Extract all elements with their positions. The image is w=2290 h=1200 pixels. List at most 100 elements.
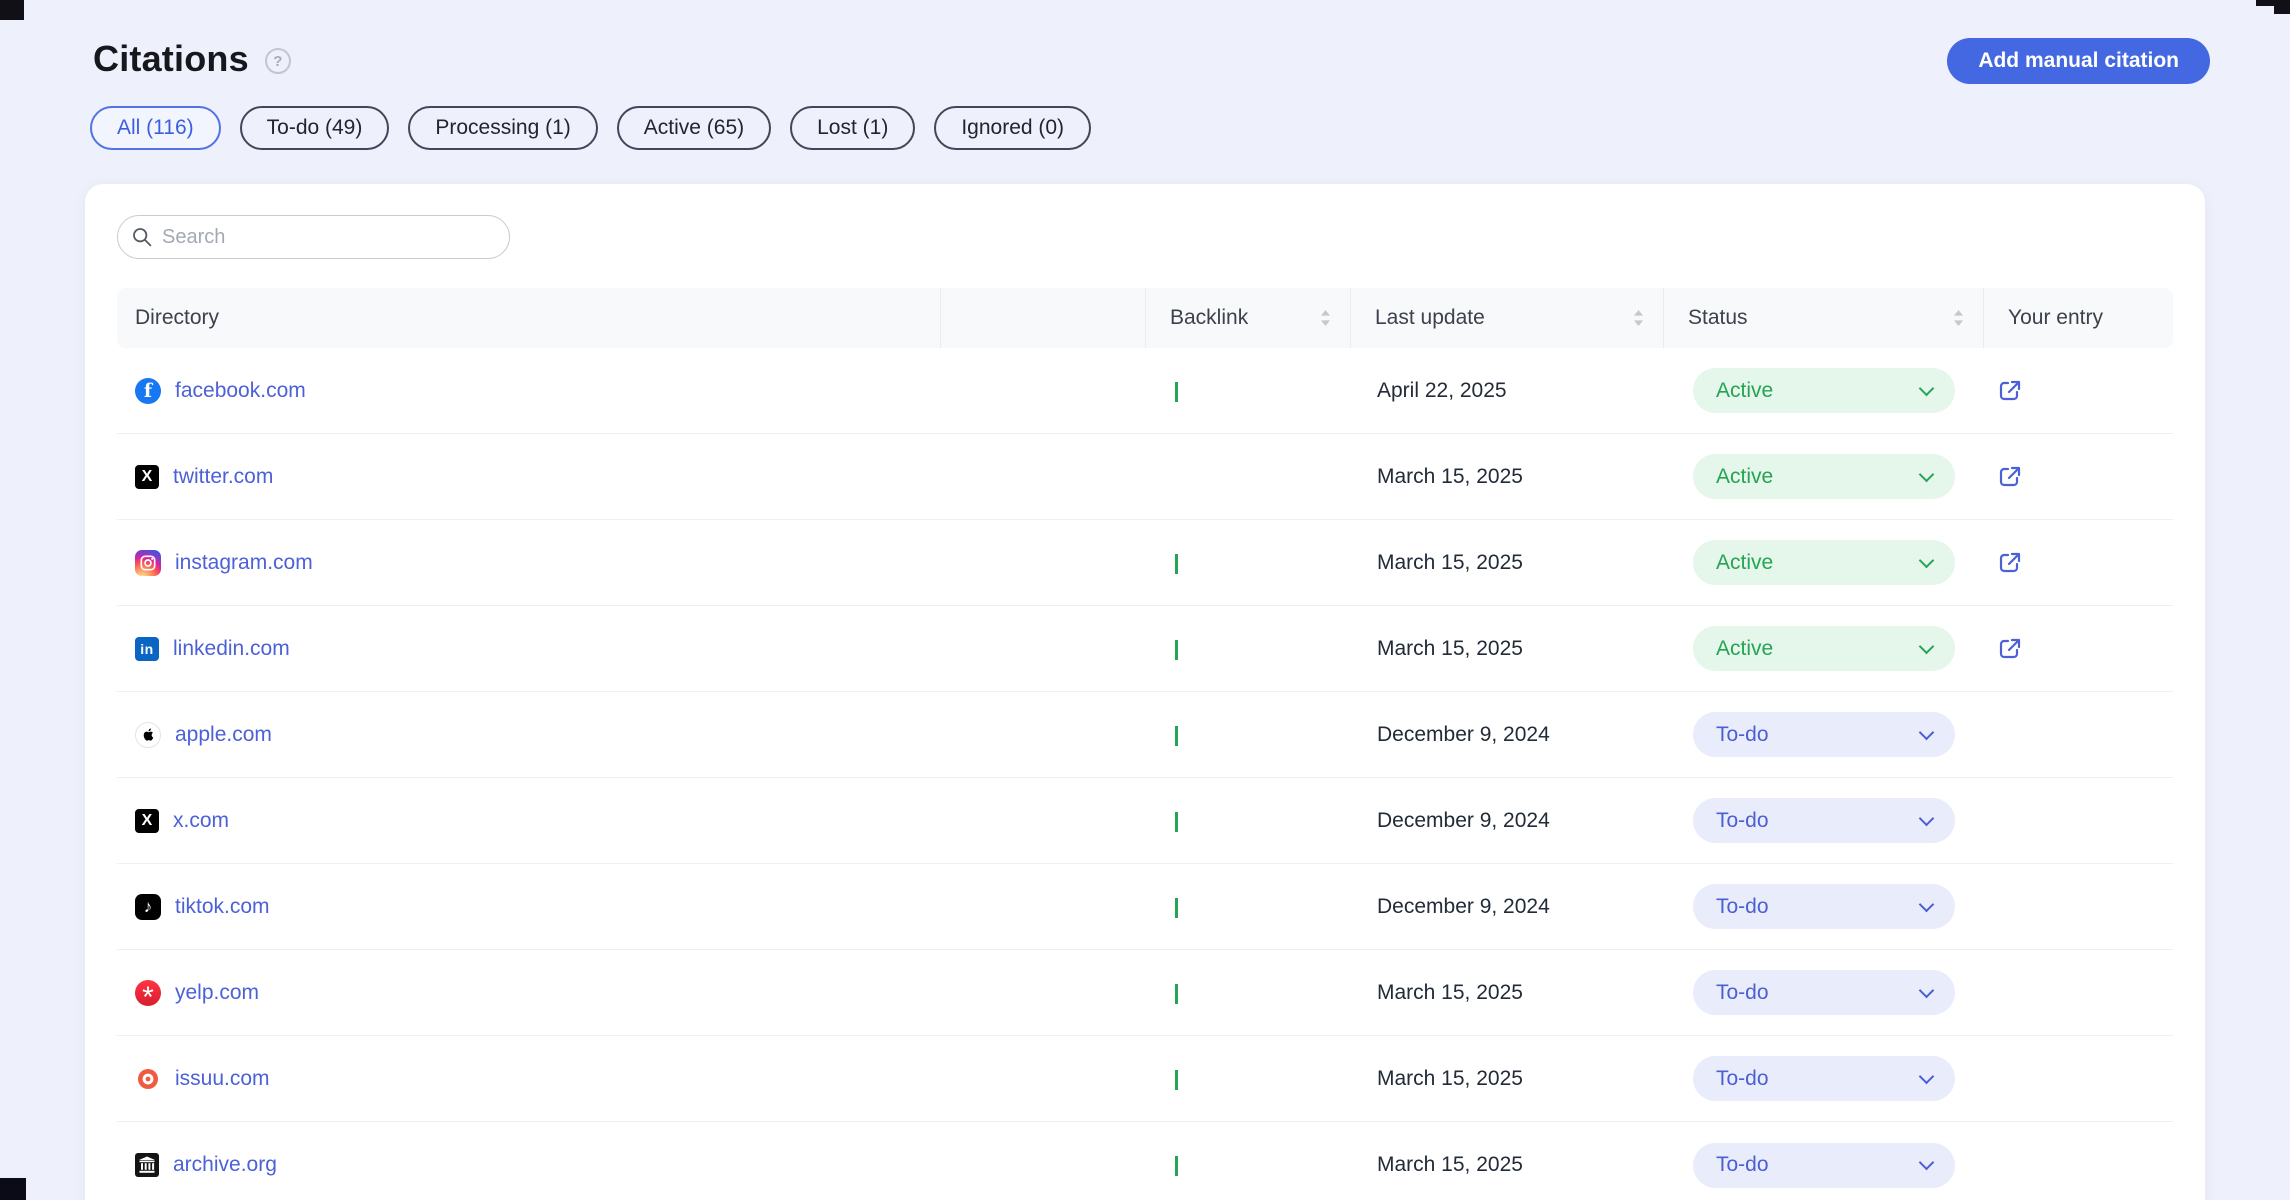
instagram-icon [135, 550, 161, 576]
chevron-down-icon [1919, 982, 1935, 998]
directory-link[interactable]: tiktok.com [175, 895, 270, 919]
filter-chip-processing[interactable]: Processing (1) [408, 106, 597, 150]
status-dropdown[interactable]: To-do [1693, 1143, 1955, 1188]
table-header-row: Directory Backlink Last update Status Yo… [117, 288, 2173, 348]
table-row: yelp.com March 15, 2025 To-do [117, 950, 2173, 1036]
last-update-date: March 15, 2025 [1350, 465, 1663, 489]
search-box [117, 215, 510, 259]
status-dropdown[interactable]: Active [1693, 454, 1955, 499]
directory-link[interactable]: archive.org [173, 1153, 277, 1177]
sort-icon [1632, 309, 1645, 327]
chevron-down-icon [1919, 380, 1935, 396]
last-update-date: December 9, 2024 [1350, 809, 1663, 833]
twitter-x-icon [135, 809, 159, 833]
backlink-check-icon [1175, 726, 1178, 746]
search-input[interactable] [117, 215, 510, 259]
apple-icon [135, 722, 161, 748]
last-update-date: March 15, 2025 [1350, 637, 1663, 661]
chevron-down-icon [1919, 1068, 1935, 1084]
sort-icon [1952, 309, 1965, 327]
chevron-down-icon [1919, 552, 1935, 568]
add-manual-citation-button[interactable]: Add manual citation [1947, 38, 2210, 84]
directory-link[interactable]: yelp.com [175, 981, 259, 1005]
last-update-date: March 15, 2025 [1350, 551, 1663, 575]
table-row: apple.com December 9, 2024 To-do [117, 692, 2173, 778]
table-row: linkedin.com March 15, 2025 Active [117, 606, 2173, 692]
last-update-date: April 22, 2025 [1350, 379, 1663, 403]
table-row: archive.org March 15, 2025 To-do [117, 1122, 2173, 1200]
backlink-check-icon [1175, 812, 1178, 832]
backlink-check-icon [1175, 554, 1178, 574]
chevron-down-icon [1919, 724, 1935, 740]
directory-link[interactable]: twitter.com [173, 465, 273, 489]
backlink-check-icon [1175, 984, 1178, 1004]
status-dropdown[interactable]: To-do [1693, 712, 1955, 757]
status-dropdown[interactable]: Active [1693, 626, 1955, 671]
backlink-check-icon [1175, 1156, 1178, 1176]
issuu-icon [135, 1066, 161, 1092]
directory-link[interactable]: x.com [173, 809, 229, 833]
twitter-x-icon [135, 465, 159, 489]
column-header-your-entry: Your entry [1983, 288, 2173, 348]
directory-link[interactable]: apple.com [175, 723, 272, 747]
column-header-empty [940, 288, 1145, 348]
screenshot-corner-artifact [0, 1178, 26, 1200]
directory-link[interactable]: linkedin.com [173, 637, 290, 661]
screenshot-corner-artifact [2256, 0, 2290, 6]
directory-link[interactable]: issuu.com [175, 1067, 270, 1091]
directory-link[interactable]: facebook.com [175, 379, 306, 403]
filter-chip-all[interactable]: All (116) [90, 106, 221, 150]
question-circle-icon[interactable] [265, 48, 291, 74]
status-dropdown[interactable]: To-do [1693, 798, 1955, 843]
status-dropdown[interactable]: Active [1693, 540, 1955, 585]
backlink-check-icon [1175, 898, 1178, 918]
chevron-down-icon [1919, 466, 1935, 482]
filter-chip-todo[interactable]: To-do (49) [240, 106, 390, 150]
chevron-down-icon [1919, 896, 1935, 912]
column-header-directory: Directory [117, 288, 940, 348]
chevron-down-icon [1919, 810, 1935, 826]
column-header-backlink[interactable]: Backlink [1145, 288, 1350, 348]
yelp-icon [135, 980, 161, 1006]
screenshot-corner-artifact [0, 0, 24, 20]
page-title: Citations [93, 38, 249, 80]
last-update-date: March 15, 2025 [1350, 981, 1663, 1005]
last-update-date: December 9, 2024 [1350, 723, 1663, 747]
table-row: issuu.com March 15, 2025 To-do [117, 1036, 2173, 1122]
top-bar: Citations Add manual citation [93, 38, 2210, 84]
last-update-date: December 9, 2024 [1350, 895, 1663, 919]
backlink-check-icon [1175, 640, 1178, 660]
external-link-icon[interactable] [1996, 463, 2024, 491]
column-header-status[interactable]: Status [1663, 288, 1983, 348]
status-filter-chips: All (116) To-do (49) Processing (1) Acti… [90, 106, 1091, 150]
external-link-icon[interactable] [1996, 549, 2024, 577]
table-row: twitter.com March 15, 2025 Active [117, 434, 2173, 520]
external-link-icon[interactable] [1996, 635, 2024, 663]
external-link-icon[interactable] [1996, 377, 2024, 405]
backlink-check-icon [1175, 1070, 1178, 1090]
status-dropdown[interactable]: To-do [1693, 884, 1955, 929]
sort-icon [1319, 309, 1332, 327]
status-dropdown[interactable]: To-do [1693, 970, 1955, 1015]
table-row: tiktok.com December 9, 2024 To-do [117, 864, 2173, 950]
table-row: instagram.com March 15, 2025 Active [117, 520, 2173, 606]
chevron-down-icon [1919, 1155, 1935, 1171]
directory-link[interactable]: instagram.com [175, 551, 313, 575]
linkedin-icon [135, 637, 159, 661]
last-update-date: March 15, 2025 [1350, 1153, 1663, 1177]
facebook-icon [135, 378, 161, 404]
filter-chip-lost[interactable]: Lost (1) [790, 106, 915, 150]
citations-card: Directory Backlink Last update Status Yo… [85, 184, 2205, 1200]
last-update-date: March 15, 2025 [1350, 1067, 1663, 1091]
filter-chip-active[interactable]: Active (65) [617, 106, 771, 150]
filter-chip-ignored[interactable]: Ignored (0) [934, 106, 1091, 150]
column-header-last-update[interactable]: Last update [1350, 288, 1663, 348]
citations-page: Citations Add manual citation All (116) … [0, 0, 2290, 1200]
search-icon [132, 227, 152, 247]
status-dropdown[interactable]: Active [1693, 368, 1955, 413]
status-dropdown[interactable]: To-do [1693, 1056, 1955, 1101]
archive-building-icon [135, 1153, 159, 1177]
backlink-check-icon [1175, 382, 1178, 402]
table-row: x.com December 9, 2024 To-do [117, 778, 2173, 864]
citations-table: Directory Backlink Last update Status Yo… [117, 288, 2173, 1200]
